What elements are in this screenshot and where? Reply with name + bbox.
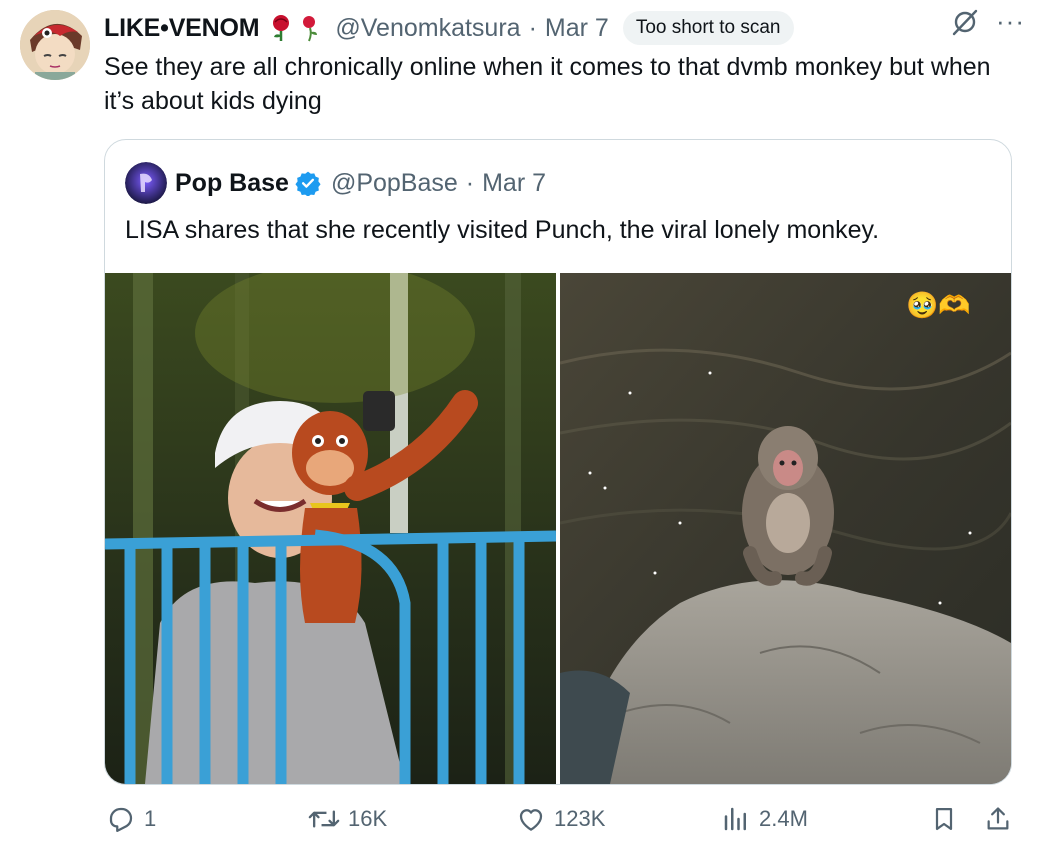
heart-icon [519,809,543,831]
author-handle[interactable]: @Venomkatsura [335,14,520,43]
wilted-rose-icon [303,16,318,42]
grok-icon[interactable] [950,7,980,37]
scan-status-badge: Too short to scan [622,11,794,45]
tweet-action-bar: 1 16K 123K 2.4M [104,804,1019,844]
reply-count: 1 [144,806,157,831]
quoted-tweet-date[interactable]: Mar 7 [482,169,546,198]
tweet-header: LIKE•VENOM @Venomkatsura · Mar 7 Too sho… [104,8,1024,48]
photo-lisa-with-plush[interactable] [105,273,556,784]
quoted-separator-dot: · [465,168,475,197]
views-button[interactable]: 2.4M [721,804,808,834]
rose-icon [273,15,290,41]
bookmark-icon [935,807,953,831]
author-avatar[interactable] [20,10,90,80]
quoted-author-name[interactable]: Pop Base [175,169,289,198]
retweet-button[interactable]: 16K [308,804,387,834]
retweet-icon [308,810,340,828]
rose-emoji-icons [269,14,321,42]
author-display-name[interactable]: LIKE•VENOM [104,14,260,43]
like-count: 123K [554,806,606,831]
photo-emoji-overlay: 🥹🫶 [906,291,971,321]
tweet-text: See they are all chronically online when… [104,53,991,115]
retweet-count: 16K [348,806,388,831]
views-count: 2.4M [759,806,808,831]
header-actions: ··· [950,6,1025,37]
like-button[interactable]: 123K [516,804,605,834]
bookmark-button[interactable] [930,804,958,834]
quoted-media-grid: 🥹🫶 [105,273,1011,784]
more-options-icon[interactable]: ··· [996,6,1025,37]
quoted-author-handle[interactable]: @PopBase [331,169,458,198]
photo-monkey-on-rock[interactable]: 🥹🫶 [560,273,1011,784]
verified-badge-icon [295,170,321,196]
separator-dot: · [528,13,537,42]
quoted-tweet-text: LISA shares that she recently visited Pu… [125,216,880,244]
quoted-tweet-header: Pop Base @PopBase · Mar 7 [125,162,546,204]
reply-icon [109,807,133,832]
quoted-author-avatar[interactable] [125,162,167,204]
share-button[interactable] [984,804,1012,834]
reply-button[interactable]: 1 [106,804,156,834]
views-analytics-icon [724,807,746,831]
quoted-tweet-card[interactable]: Pop Base @PopBase · Mar 7 LISA shares th… [104,139,1012,785]
share-icon [987,807,1009,830]
tweet-date[interactable]: Mar 7 [545,14,609,43]
